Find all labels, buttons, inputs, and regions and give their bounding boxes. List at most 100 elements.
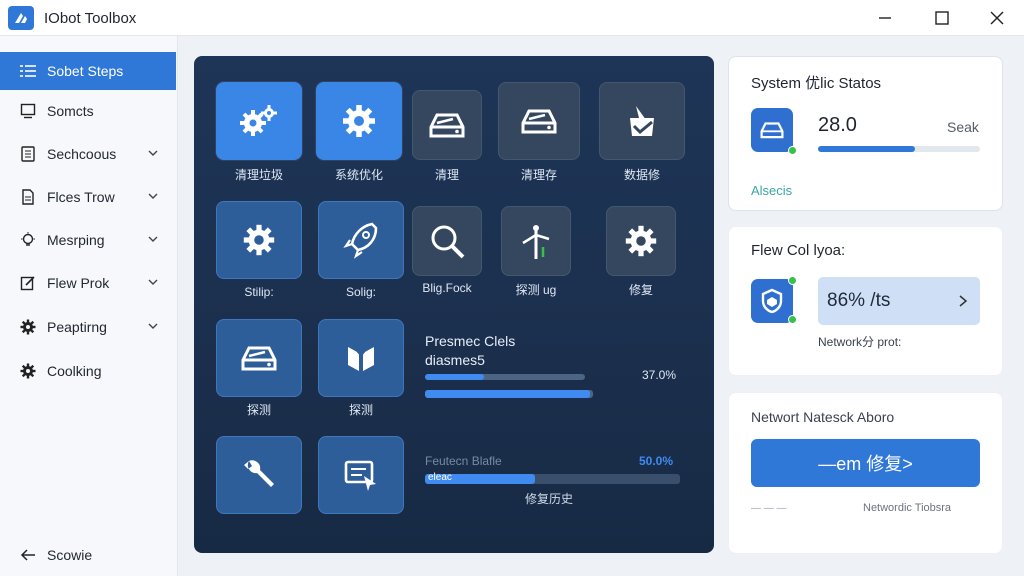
- network-footer-right: Networdic Tiobsra: [863, 502, 952, 514]
- progress-bar-text: eleac: [428, 472, 452, 483]
- progress-fill: eleac: [425, 472, 535, 484]
- sidebar-item-flces-trow[interactable]: Flces Trow: [0, 178, 176, 216]
- repair-button[interactable]: —em 修复>: [751, 439, 980, 487]
- tile-setup[interactable]: [216, 201, 302, 279]
- tile-label: 探测: [246, 403, 271, 417]
- flow-value: 86% /ts: [827, 290, 891, 311]
- chevron-down-icon: [148, 150, 158, 156]
- tile-window-tool[interactable]: [318, 436, 404, 514]
- sidebar-item-coolking[interactable]: Coolking: [0, 352, 176, 390]
- drive-icon: [429, 113, 465, 138]
- tile-label: Stilip:: [244, 285, 274, 299]
- tile-label: 修复: [628, 283, 653, 297]
- edit-icon: [18, 273, 38, 293]
- progress-percent: 50.0%: [639, 454, 674, 468]
- sidebar-item-mesrping[interactable]: Mesrping: [0, 221, 176, 259]
- chevron-down-icon: [148, 193, 158, 199]
- antenna-icon: [522, 225, 550, 259]
- tile-cleanup[interactable]: [216, 82, 302, 160]
- network-card: Networt Natesck Aboro —em 修复> — — — Netw…: [728, 392, 1003, 554]
- progress-bar-3: eleac: [425, 472, 680, 484]
- drive-icon: [751, 108, 793, 152]
- tile-big-file-search[interactable]: [412, 206, 482, 276]
- progress-fill: [425, 374, 485, 380]
- gear-icon: [18, 361, 38, 381]
- chevron-down-icon: [148, 279, 158, 285]
- progress-subtitle: diasmes5: [425, 352, 485, 368]
- flow-card: Flew Col lyoa: 86% /ts Network分 prot:: [728, 226, 1003, 376]
- progress-caption: 修复历史: [525, 492, 574, 506]
- drive-icon: [521, 109, 557, 134]
- tile-label: 数据修: [623, 168, 660, 182]
- sidebar-item-somcts[interactable]: Somcts: [0, 92, 176, 130]
- status-dot: [788, 146, 797, 155]
- progress-title: Presmec Clels diasmes5: [425, 332, 605, 370]
- gears-icon: [240, 105, 277, 136]
- flow-caption: Network分 prot:: [818, 335, 902, 349]
- sidebar-item-label: Sechcoous: [47, 146, 117, 162]
- tile-probe[interactable]: [501, 206, 571, 276]
- maximize-icon[interactable]: [927, 6, 957, 30]
- list-icon: [18, 61, 38, 81]
- status-footer: Alsecis: [751, 183, 793, 198]
- tile-label: 探测 ug: [515, 283, 557, 297]
- sidebar: Sobet Steps Somcts Sechcoous Flces Trow …: [0, 36, 178, 576]
- chevron-down-icon: [148, 236, 158, 242]
- shield-split-icon: [348, 345, 374, 371]
- status-value: 28.0: [818, 114, 857, 136]
- sidebar-item-sechcoous[interactable]: Sechcoous: [0, 135, 176, 173]
- shield-icon: [751, 279, 793, 323]
- status-right-label: Seak: [947, 119, 979, 135]
- progress-fill: [425, 390, 590, 398]
- tile-storage-clean[interactable]: [498, 82, 580, 160]
- gear-icon: [343, 105, 375, 137]
- tools-panel: 清理垃圾 系统优化 清理 清理存 数据修 Stilip: Solig: Blig…: [194, 56, 714, 553]
- monitor-icon: [18, 101, 38, 121]
- sidebar-item-label: Somcts: [47, 103, 94, 119]
- tile-optimize[interactable]: [316, 82, 402, 160]
- tile-shield-probe[interactable]: [318, 319, 404, 397]
- title-bar: IObot Toolbox: [0, 0, 1024, 36]
- tile-toolkit[interactable]: [216, 436, 302, 514]
- document-icon: [18, 144, 38, 164]
- sidebar-item-flew-prok[interactable]: Flew Prok: [0, 264, 176, 302]
- tile-label: 系统优化: [334, 168, 383, 182]
- tile-disk-probe[interactable]: [216, 319, 302, 397]
- sidebar-item-scowie[interactable]: Scowie: [0, 536, 176, 574]
- tile-label: Blig.Fock: [422, 281, 472, 295]
- sidebar-item-label: Flces Trow: [47, 189, 115, 205]
- tile-label: Solig:: [345, 285, 377, 299]
- bulb-icon: [18, 230, 38, 250]
- flow-value-button[interactable]: 86% /ts: [818, 277, 980, 325]
- status-dot: [788, 276, 797, 285]
- gear-icon: [18, 317, 38, 337]
- system-status-card: System 优lic Statos 28.0 Seak Alsecis: [728, 56, 1003, 211]
- progress-percent: 37.0%: [642, 368, 677, 382]
- tile-label: 清理垃圾: [234, 168, 283, 182]
- status-fill: [818, 146, 916, 152]
- rocket-icon: [343, 222, 378, 259]
- tile-speedup[interactable]: [318, 201, 404, 279]
- sidebar-item-label: Peaptirng: [47, 319, 107, 335]
- tile-repair[interactable]: [606, 206, 676, 276]
- network-footer-left: — — —: [751, 503, 787, 514]
- back-arrow-icon: [18, 545, 38, 565]
- card-title: Flew Col lyoa:: [751, 242, 846, 259]
- progress-title-line: Presmec Clels: [425, 333, 516, 349]
- card-title: System 优lic Statos: [751, 75, 882, 92]
- card-title: Networt Natesck Aboro: [751, 409, 895, 425]
- close-icon[interactable]: [982, 6, 1012, 30]
- chevron-right-icon: [959, 295, 968, 307]
- sidebar-item-label: Sobet Steps: [47, 63, 124, 79]
- sidebar-item-sobet-steps[interactable]: Sobet Steps: [0, 52, 176, 90]
- drive-icon: [241, 346, 277, 371]
- sidebar-item-peaptirng[interactable]: Peaptirng: [0, 308, 176, 346]
- tile-data-repair[interactable]: [599, 82, 685, 160]
- sidebar-item-label: Mesrping: [47, 232, 105, 248]
- progress-bar-2: [425, 390, 593, 398]
- chevron-down-icon: [148, 323, 158, 329]
- tile-drive-clean[interactable]: [412, 90, 482, 160]
- minimize-icon[interactable]: [870, 6, 900, 30]
- tile-label: 清理: [434, 168, 459, 182]
- sidebar-item-label: Flew Prok: [47, 275, 110, 291]
